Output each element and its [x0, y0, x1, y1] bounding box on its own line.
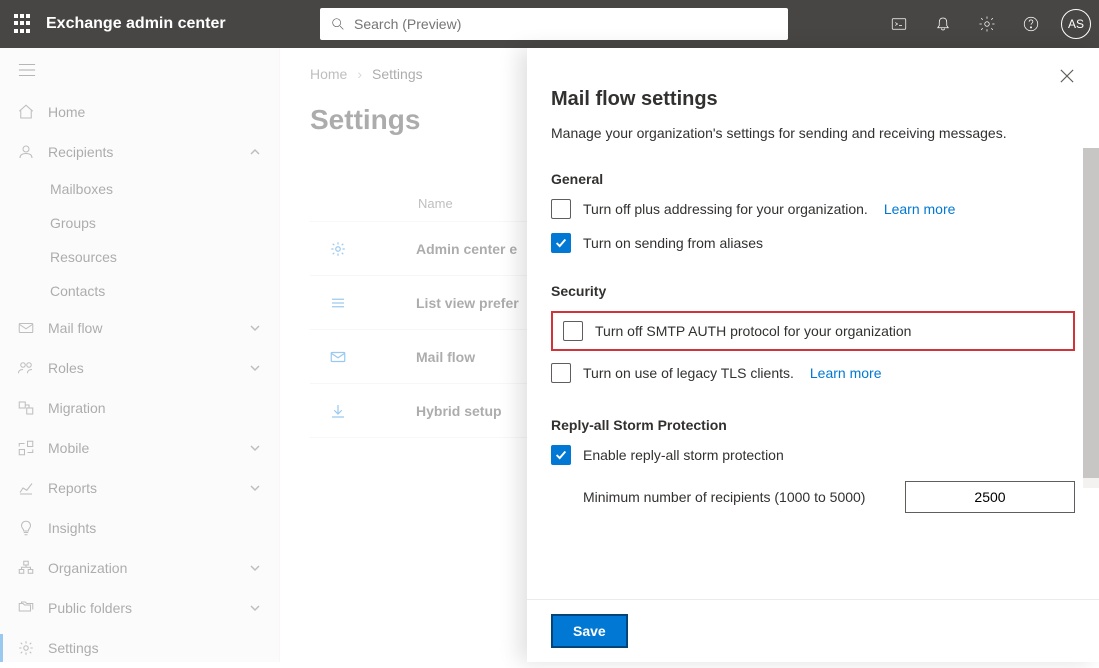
checkbox[interactable]	[563, 321, 583, 341]
settings-panel: Mail flow settings Manage your organizat…	[527, 48, 1099, 662]
checkbox[interactable]	[551, 445, 571, 465]
save-button[interactable]: Save	[551, 614, 628, 648]
section-storm-heading: Reply-all Storm Protection	[551, 417, 1075, 433]
checkbox-plus-addressing: Turn off plus addressing for your organi…	[551, 199, 1075, 219]
search-icon	[330, 16, 346, 32]
panel-footer: Save	[527, 599, 1099, 662]
search-box[interactable]	[320, 8, 788, 40]
shell-terminal-button[interactable]	[879, 0, 919, 48]
close-button[interactable]	[1053, 62, 1081, 90]
header-actions: AS	[879, 0, 1091, 48]
settings-button[interactable]	[967, 0, 1007, 48]
checkbox-label: Turn on sending from aliases	[583, 235, 763, 251]
highlighted-smtp-auth-checkbox: Turn off SMTP AUTH protocol for your org…	[551, 311, 1075, 351]
checkbox-sending-aliases: Turn on sending from aliases	[551, 233, 1075, 253]
field-min-recipients: Minimum number of recipients (1000 to 50…	[583, 481, 1075, 513]
section-security-heading: Security	[551, 283, 1075, 299]
field-label: Minimum number of recipients (1000 to 50…	[583, 489, 885, 505]
panel-body: Mail flow settings Manage your organizat…	[527, 48, 1099, 599]
min-recipients-input[interactable]	[905, 481, 1075, 513]
panel-title: Mail flow settings	[551, 88, 1075, 111]
panel-description: Manage your organization's settings for …	[551, 125, 1075, 141]
scrollbar-thumb[interactable]	[1083, 148, 1099, 478]
checkbox[interactable]	[551, 199, 571, 219]
checkbox-label: Turn on use of legacy TLS clients.	[583, 365, 794, 381]
checkbox-label: Enable reply-all storm protection	[583, 447, 784, 463]
app-launcher-icon[interactable]	[14, 14, 34, 34]
notifications-button[interactable]	[923, 0, 963, 48]
help-button[interactable]	[1011, 0, 1051, 48]
checkbox[interactable]	[551, 363, 571, 383]
learn-more-link[interactable]: Learn more	[884, 201, 956, 217]
scrollbar-track[interactable]	[1083, 148, 1099, 488]
learn-more-link[interactable]: Learn more	[810, 365, 882, 381]
checkbox-label: Turn off plus addressing for your organi…	[583, 201, 868, 217]
header-title: Exchange admin center	[46, 15, 226, 33]
search-input[interactable]	[354, 16, 778, 32]
checkbox[interactable]	[551, 233, 571, 253]
checkbox-label: Turn off SMTP AUTH protocol for your org…	[595, 323, 911, 339]
avatar[interactable]: AS	[1061, 9, 1091, 39]
checkbox-legacy-tls: Turn on use of legacy TLS clients. Learn…	[551, 363, 1075, 383]
app-header: Exchange admin center AS	[0, 0, 1099, 48]
section-general-heading: General	[551, 171, 1075, 187]
checkbox-enable-storm: Enable reply-all storm protection	[551, 445, 1075, 465]
checkbox-smtp-auth: Turn off SMTP AUTH protocol for your org…	[563, 321, 1063, 341]
